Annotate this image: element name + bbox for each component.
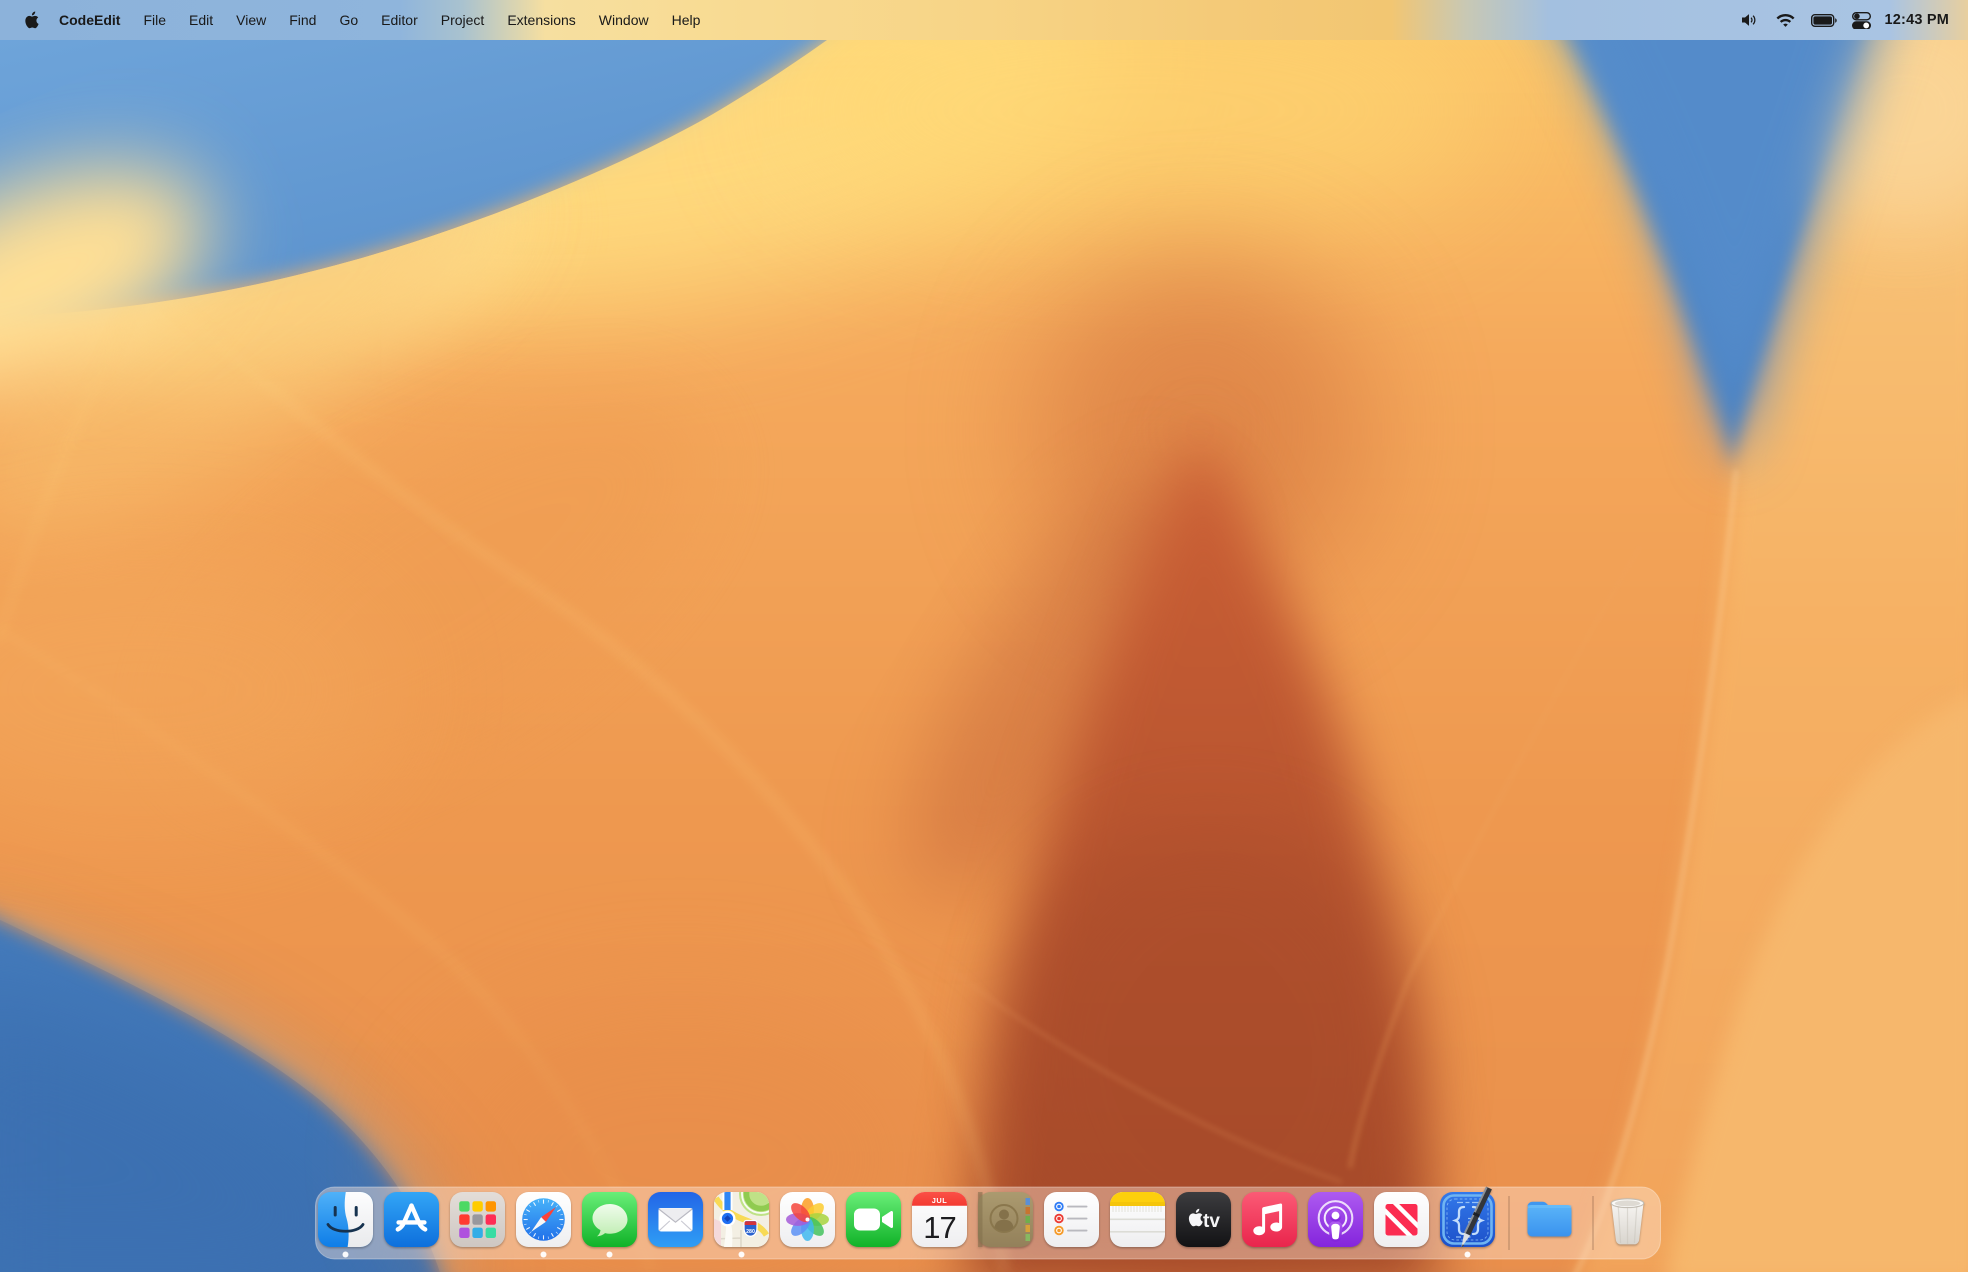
svg-text:JUL: JUL: [932, 1196, 947, 1205]
svg-text:280: 280: [746, 1229, 755, 1235]
svg-text:tv: tv: [1203, 1211, 1220, 1232]
svg-text:17: 17: [923, 1210, 955, 1245]
